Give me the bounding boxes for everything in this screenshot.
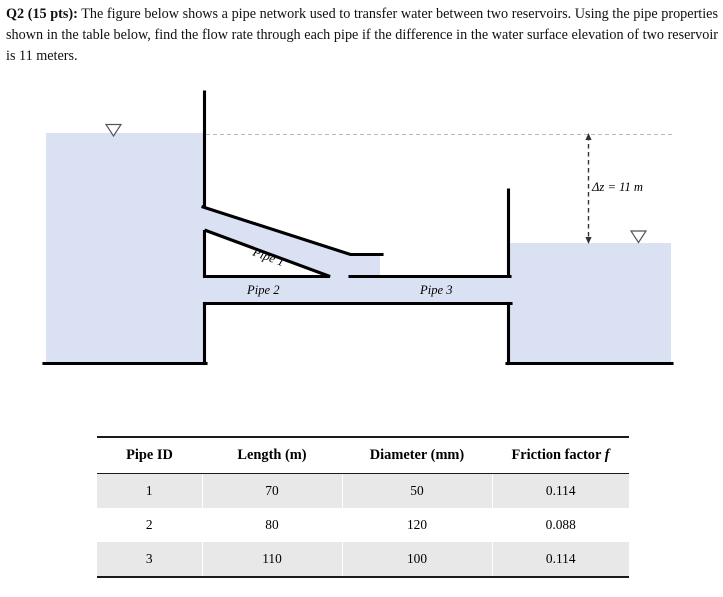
pipe-network-figure: Δz = 11 m Pipe 1 Pipe 2 Pipe 3 <box>0 80 723 380</box>
pipe-properties-table: Pipe ID Length (m) Diameter (mm) Frictio… <box>97 436 629 578</box>
table-header-row: Pipe ID Length (m) Diameter (mm) Frictio… <box>97 436 629 474</box>
column-header-diameter: Diameter (mm) <box>342 436 492 474</box>
pipe2-water <box>204 277 380 303</box>
cell-friction: 0.088 <box>491 508 629 542</box>
friction-factor-symbol: f <box>604 447 610 463</box>
delta-z-arrow-bottom-icon <box>585 237 592 244</box>
left-reservoir-water <box>46 133 204 363</box>
pipe2-label: Pipe 2 <box>246 283 280 297</box>
cell-pipe-id: 2 <box>97 508 202 542</box>
table-row: 1 70 50 0.114 <box>97 473 629 508</box>
column-header-friction-factor: Friction factor f <box>492 436 629 474</box>
table-row: 2 80 120 0.088 <box>97 508 629 542</box>
cell-length: 80 <box>201 508 342 542</box>
right-water-surface-marker-icon <box>629 230 648 244</box>
question-body: The figure below shows a pipe network us… <box>6 6 718 64</box>
pipe1-water <box>204 207 380 277</box>
cell-diameter: 120 <box>341 508 492 542</box>
friction-factor-text: Friction factor <box>511 447 605 463</box>
cell-length: 110 <box>201 542 342 578</box>
pipe3-label: Pipe 3 <box>419 283 453 297</box>
table-row: 3 110 100 0.114 <box>97 542 629 578</box>
cell-pipe-id: 1 <box>97 473 202 508</box>
cell-pipe-id: 3 <box>97 542 202 578</box>
column-header-pipe-id: Pipe ID <box>97 436 202 474</box>
question-label: Q2 (15 pts): <box>6 6 78 22</box>
cell-friction: 0.114 <box>491 542 629 578</box>
cell-diameter: 100 <box>341 542 492 578</box>
cell-friction: 0.114 <box>491 473 629 508</box>
question-text: Q2 (15 pts): The figure below shows a pi… <box>6 4 718 67</box>
pipe-properties-table-container: Pipe ID Length (m) Diameter (mm) Frictio… <box>97 436 629 578</box>
cell-length: 70 <box>201 473 342 508</box>
cell-diameter: 50 <box>341 473 492 508</box>
column-header-length: Length (m) <box>202 436 342 474</box>
delta-z-label: Δz = 11 m <box>591 180 643 194</box>
right-reservoir-water <box>508 243 671 363</box>
